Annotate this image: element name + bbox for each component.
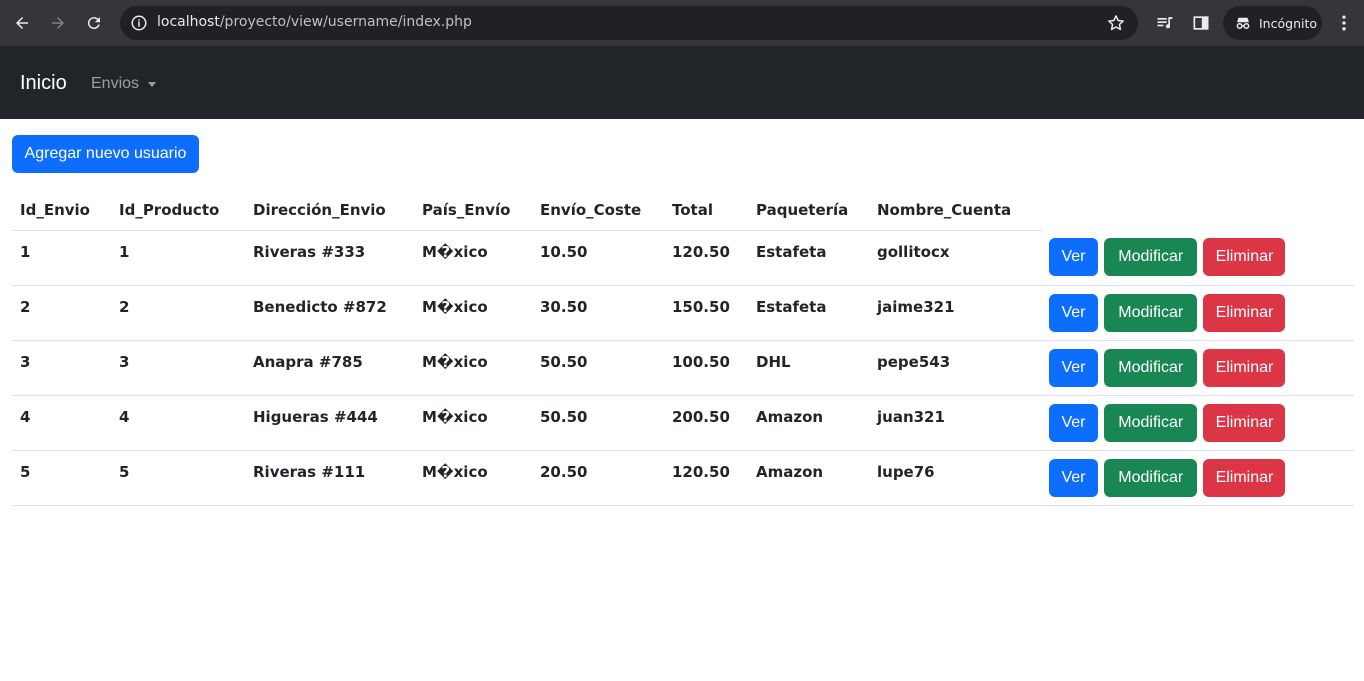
delete-button[interactable]: Eliminar <box>1203 348 1286 387</box>
row-actions: Ver Modificar Eliminar <box>1041 230 1354 286</box>
table-cell: Estafeta <box>748 230 869 286</box>
envios-dropdown[interactable]: Envios <box>91 75 157 93</box>
table-row: 5 5 Riveras #111 M�xico 20.50 120.50 Ama… <box>12 450 1354 506</box>
table-row: 2 2 Benedicto #872 M�xico 30.50 150.50 E… <box>12 285 1354 341</box>
view-button[interactable]: Ver <box>1049 458 1098 497</box>
add-user-button[interactable]: Agregar nuevo usuario <box>12 135 199 173</box>
table-header-row: Id_Envio Id_Producto Dirección_Envio Paí… <box>12 190 1354 231</box>
table-cell: Amazon <box>748 395 869 451</box>
forward-arrow-icon[interactable] <box>46 11 70 35</box>
table-cell: pepe543 <box>869 340 1041 396</box>
table-cell: M�xico <box>414 230 532 286</box>
incognito-indicator[interactable]: Incógnito <box>1223 6 1322 40</box>
table-cell: M�xico <box>414 285 532 341</box>
table-cell: gollitocx <box>869 230 1041 286</box>
table-cell: Riveras #333 <box>245 230 414 286</box>
table-cell: 20.50 <box>532 450 664 506</box>
table-cell: Amazon <box>748 450 869 506</box>
actions-header <box>1041 190 1354 230</box>
table-cell: Estafeta <box>748 285 869 341</box>
row-actions: Ver Modificar Eliminar <box>1041 450 1354 506</box>
row-actions: Ver Modificar Eliminar <box>1041 285 1354 341</box>
table-cell: 50.50 <box>532 340 664 396</box>
navbar: Inicio Envios <box>0 46 1364 119</box>
table-cell: lupe76 <box>869 450 1041 506</box>
incognito-icon <box>1236 17 1250 29</box>
table-cell: jaime321 <box>869 285 1041 341</box>
table-cell: 2 <box>12 285 111 341</box>
back-arrow-icon[interactable] <box>10 11 34 35</box>
delete-button[interactable]: Eliminar <box>1203 458 1286 497</box>
table-cell: 30.50 <box>532 285 664 341</box>
edit-button[interactable]: Modificar <box>1104 293 1198 332</box>
view-button[interactable]: Ver <box>1049 403 1098 442</box>
table-cell: DHL <box>748 340 869 396</box>
address-bar[interactable]: localhost/proyecto/view/username/index.p… <box>120 6 1138 40</box>
shipments-table: Id_Envio Id_Producto Dirección_Envio Paí… <box>12 190 1354 506</box>
table-cell: 10.50 <box>532 230 664 286</box>
view-button[interactable]: Ver <box>1049 293 1098 332</box>
table-cell: Riveras #111 <box>245 450 414 506</box>
table-cell: 3 <box>12 340 111 396</box>
table-cell: 100.50 <box>664 340 748 396</box>
side-panel-icon[interactable] <box>1190 12 1212 34</box>
reload-icon[interactable] <box>82 11 106 35</box>
delete-button[interactable]: Eliminar <box>1203 403 1286 442</box>
column-header: Nombre_Cuenta <box>869 190 1041 231</box>
table-cell: juan321 <box>869 395 1041 451</box>
table-cell: 120.50 <box>664 230 748 286</box>
delete-button[interactable]: Eliminar <box>1203 238 1286 276</box>
site-info-icon[interactable] <box>130 14 148 32</box>
view-button[interactable]: Ver <box>1049 238 1098 276</box>
table-cell: 5 <box>111 450 245 506</box>
table-cell: M�xico <box>414 450 532 506</box>
view-button[interactable]: Ver <box>1049 348 1098 387</box>
envios-dropdown-label: Envios <box>91 75 140 92</box>
table-cell: Benedicto #872 <box>245 285 414 341</box>
column-header: Total <box>664 190 748 231</box>
column-header: Paquetería <box>748 190 869 231</box>
caret-down-icon <box>148 82 157 87</box>
bookmark-star-icon[interactable] <box>1106 13 1126 33</box>
edit-button[interactable]: Modificar <box>1104 238 1198 276</box>
edit-button[interactable]: Modificar <box>1104 348 1198 387</box>
table-cell: 1 <box>12 230 111 286</box>
table-cell: 1 <box>111 230 245 286</box>
table-cell: 200.50 <box>664 395 748 451</box>
incognito-label: Incógnito <box>1259 15 1318 31</box>
column-header: Envío_Coste <box>532 190 664 231</box>
column-header: Id_Envio <box>12 190 111 231</box>
table-cell: 4 <box>111 395 245 451</box>
browser-toolbar: localhost/proyecto/view/username/index.p… <box>0 0 1364 46</box>
row-actions: Ver Modificar Eliminar <box>1041 395 1354 451</box>
table-cell: 120.50 <box>664 450 748 506</box>
column-header: Dirección_Envio <box>245 190 414 231</box>
media-control-icon[interactable] <box>1154 12 1176 34</box>
table-row: 3 3 Anapra #785 M�xico 50.50 100.50 DHL … <box>12 340 1354 396</box>
table-cell: M�xico <box>414 340 532 396</box>
delete-button[interactable]: Eliminar <box>1203 293 1286 332</box>
url-text: localhost/proyecto/view/username/index.p… <box>157 14 472 30</box>
table-cell: 2 <box>111 285 245 341</box>
table-cell: Higueras #444 <box>245 395 414 451</box>
table-cell: Anapra #785 <box>245 340 414 396</box>
table-cell: 3 <box>111 340 245 396</box>
edit-button[interactable]: Modificar <box>1104 403 1198 442</box>
table-cell: 4 <box>12 395 111 451</box>
navbar-brand[interactable]: Inicio <box>20 72 67 95</box>
edit-button[interactable]: Modificar <box>1104 458 1198 497</box>
column-header: Id_Producto <box>111 190 245 231</box>
column-header: País_Envío <box>414 190 532 231</box>
table-cell: 5 <box>12 450 111 506</box>
table-cell: M�xico <box>414 395 532 451</box>
table-cell: 150.50 <box>664 285 748 341</box>
table-cell: 50.50 <box>532 395 664 451</box>
table-row: 1 1 Riveras #333 M�xico 10.50 120.50 Est… <box>12 230 1354 286</box>
kebab-menu-icon[interactable] <box>1333 12 1355 34</box>
table-row: 4 4 Higueras #444 M�xico 50.50 200.50 Am… <box>12 395 1354 451</box>
row-actions: Ver Modificar Eliminar <box>1041 340 1354 396</box>
